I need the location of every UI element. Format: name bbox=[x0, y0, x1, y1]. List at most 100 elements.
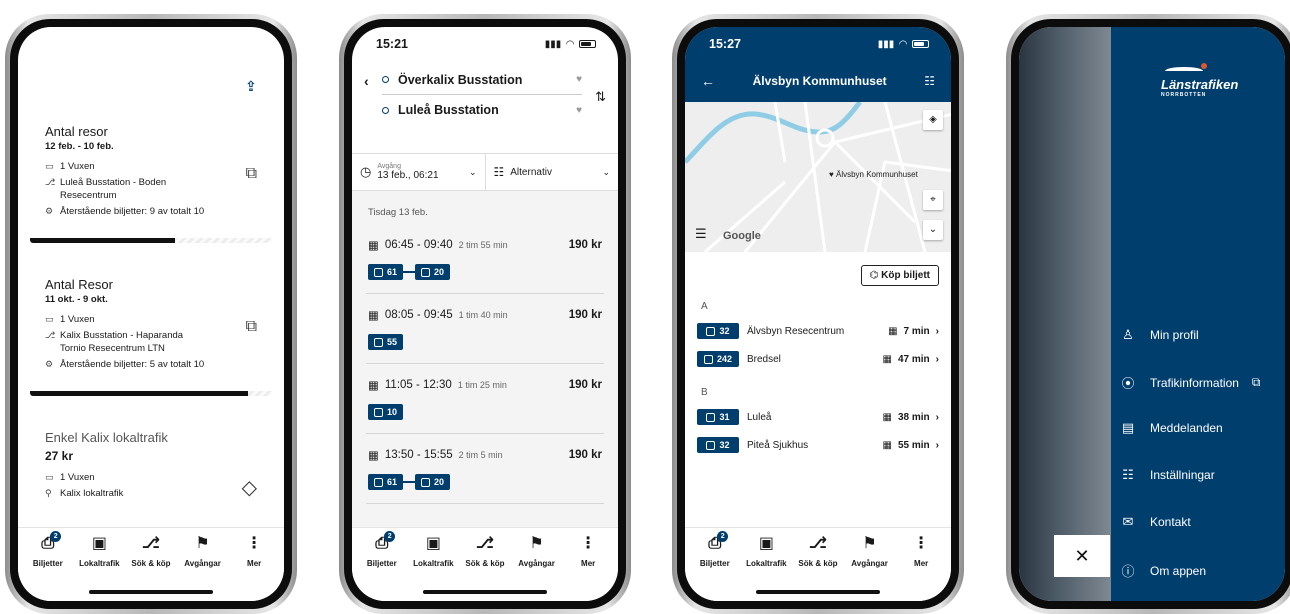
options-picker[interactable]: ☷ Alternativ ⌄ bbox=[484, 154, 619, 190]
layers-icon[interactable]: ◈ bbox=[923, 110, 943, 130]
departure-row[interactable]: 32 Piteå Sjukhus ▦ 55 min › bbox=[697, 437, 939, 453]
nav-biljetter[interactable]: ⎙ 2 Biljetter bbox=[356, 531, 408, 601]
nav-biljetter[interactable]: ⎙ 2 Biljetter bbox=[22, 531, 74, 601]
from-stop[interactable]: Överkalix Busstation ♥ bbox=[382, 65, 582, 95]
single-ticket-icon: ◇ bbox=[241, 477, 257, 499]
status-time: 15:27 bbox=[709, 37, 741, 51]
trip-price: 190 kr bbox=[568, 379, 602, 391]
filter-icon[interactable]: ☷ bbox=[924, 74, 935, 88]
departure-time: 38 min bbox=[897, 411, 930, 423]
ticket-card[interactable]: Antal Resor 11 okt. - 9 okt. ▭ 1 Vuxen ⎇ K… bbox=[30, 266, 272, 396]
menu-item-settings[interactable]: ☷ Inställningar bbox=[1119, 467, 1215, 483]
heart-icon[interactable]: ♥ bbox=[576, 105, 582, 116]
broadcast-icon: ⦿ bbox=[1121, 376, 1135, 391]
ticket-passenger: 1 Vuxen bbox=[60, 314, 95, 325]
close-menu-button[interactable]: ✕ bbox=[1054, 535, 1110, 577]
dimmed-background[interactable] bbox=[1019, 27, 1111, 601]
back-arrow-icon[interactable]: ← bbox=[701, 73, 715, 89]
departure-label: Avgång bbox=[377, 163, 401, 170]
wifi-icon: ◠ bbox=[232, 38, 240, 50]
to-stop[interactable]: Luleå Busstation ♥ bbox=[382, 95, 582, 125]
menu-item-messages[interactable]: ▤ Meddelanden bbox=[1119, 420, 1223, 436]
line-number: 20 bbox=[434, 477, 445, 487]
trip-price: 190 kr bbox=[568, 309, 602, 321]
menu-label: Kontakt bbox=[1150, 515, 1191, 529]
departure-value: 13 feb., 06:21 bbox=[377, 170, 439, 181]
nav-biljetter[interactable]: ⎙ 2 Biljetter bbox=[689, 531, 741, 601]
nav-mer[interactable]: ⋮ Mer bbox=[895, 534, 947, 601]
menu-item-about[interactable]: ⓘ Om appen bbox=[1119, 561, 1206, 580]
trip-time: 08:05 - 09:45 bbox=[384, 309, 453, 321]
pin-icon: ⚲ bbox=[45, 488, 52, 499]
nav-label: Sök & köp bbox=[465, 559, 505, 568]
logo-swoosh bbox=[1165, 67, 1203, 75]
nav-label: Sök & köp bbox=[131, 559, 171, 568]
menu-item-contact[interactable]: ✉ Kontakt bbox=[1119, 514, 1191, 530]
menu-item-traffic-info[interactable]: ⦿ Trafikinformation ⧉ bbox=[1119, 373, 1261, 392]
menu-label: Meddelanden bbox=[1150, 421, 1223, 435]
messages-icon: ▤ bbox=[1121, 420, 1135, 435]
share-icon[interactable]: ⇪ bbox=[236, 71, 266, 101]
ticket-route: Kalix lokaltrafik bbox=[60, 488, 124, 500]
nav-label: Mer bbox=[581, 559, 596, 568]
buy-ticket-button[interactable]: ⌬ Köp biljett bbox=[860, 265, 939, 286]
locate-icon[interactable]: ⌖ bbox=[923, 190, 943, 210]
route-icon: ⎇ bbox=[45, 177, 56, 188]
phone-tickets: 15:25 ▮▮▮ ◠ ⇪ Antal resor 12 feb. - 10 fe… bbox=[5, 14, 297, 614]
tickets-left-icon: ⚙ bbox=[45, 206, 54, 217]
departure-row[interactable]: 31 Luleå ▦ 38 min › bbox=[697, 409, 939, 425]
from-stop-name: Överkalix Busstation bbox=[398, 72, 523, 87]
person-icon: ▭ bbox=[45, 314, 54, 324]
info-icon: ⓘ bbox=[1121, 564, 1135, 579]
local-traffic-icon: ▣ bbox=[91, 535, 107, 552]
calendar-icon: ▦ bbox=[368, 240, 379, 252]
trip-row[interactable]: ▦ 11:05 - 12:30 1 tim 25 min 190 kr 10 bbox=[366, 364, 604, 434]
line-number: 32 bbox=[719, 440, 730, 450]
ticket-progress bbox=[30, 238, 272, 243]
profile-icon: ♙ bbox=[1122, 327, 1134, 342]
menu-icon[interactable]: ☰ bbox=[695, 226, 707, 242]
trip-row[interactable]: ▦ 06:45 - 09:40 2 tim 55 min 190 kr 61 20 bbox=[366, 238, 604, 294]
trip-row[interactable]: ▦ 13:50 - 15:55 2 tim 5 min 190 kr 61 20 bbox=[366, 434, 604, 504]
chevron-down-icon[interactable]: ⌄ bbox=[923, 220, 943, 240]
ticket-badge: 2 bbox=[717, 531, 729, 542]
departure-picker[interactable]: ◷ Avgång 13 feb., 06:21 ⌄ bbox=[352, 154, 485, 190]
ticket-card[interactable]: Antal resor 12 feb. - 10 feb. ▭ 1 Vuxen ⎇… bbox=[30, 113, 272, 243]
mail-icon: ✉ bbox=[1122, 514, 1134, 529]
nav-mer[interactable]: ⋮ Mer bbox=[562, 534, 614, 601]
trip-list: Tisdag 13 feb. ▦ 06:45 - 09:40 2 tim 55 mi… bbox=[352, 191, 618, 527]
platform-label: B bbox=[701, 387, 708, 398]
departure-row[interactable]: 242 Bredsel ▦ 47 min › bbox=[697, 351, 939, 367]
swap-icon[interactable]: ⇅ bbox=[595, 89, 606, 105]
ticket-icon: ⎙ 2 bbox=[708, 531, 729, 554]
calendar-icon: ▦ bbox=[368, 450, 379, 462]
trip-price: 190 kr bbox=[568, 449, 602, 461]
stop-dot-icon bbox=[382, 106, 389, 114]
tickets-screen: 15:25 ▮▮▮ ◠ ⇪ Antal resor 12 feb. - 10 fe… bbox=[18, 27, 284, 601]
ticket-passenger: 1 Vuxen bbox=[60, 472, 95, 483]
ticket-card[interactable]: Enkel Kalix lokaltrafik 27 kr ▭ 1 Vuxen ⚲… bbox=[30, 419, 272, 529]
ticket-card-icon: ⧉ bbox=[245, 165, 257, 182]
nav-label: Avgångar bbox=[518, 559, 555, 568]
menu-screen: Länstrafiken NORRBOTTEN ♙ Min profil ⦿ Tra… bbox=[1019, 27, 1285, 601]
back-icon[interactable]: ‹ bbox=[364, 73, 369, 89]
battery-icon bbox=[579, 40, 596, 48]
trip-row[interactable]: ▦ 08:05 - 09:45 1 tim 40 min 190 kr 55 bbox=[366, 294, 604, 364]
ticket-icon: ⎙ 2 bbox=[41, 531, 62, 554]
line-number: 61 bbox=[387, 267, 398, 277]
trip-duration: 1 tim 25 min bbox=[457, 380, 507, 390]
side-menu: Länstrafiken NORRBOTTEN ♙ Min profil ⦿ Tra… bbox=[1111, 27, 1285, 601]
line-chip: 20 bbox=[415, 264, 451, 280]
menu-item-profile[interactable]: ♙ Min profil bbox=[1119, 327, 1199, 343]
heart-icon[interactable]: ♥ bbox=[576, 74, 582, 85]
departure-row[interactable]: 32 Älvsbyn Resecentrum ▦ 7 min › bbox=[697, 323, 939, 339]
departure-time: 7 min bbox=[903, 325, 930, 337]
line-chip: 61 bbox=[368, 474, 404, 490]
nav-mer[interactable]: ⋮ Mer bbox=[228, 534, 280, 601]
external-link-icon: ⧉ bbox=[1251, 375, 1261, 389]
status-time: 15:25 bbox=[42, 37, 74, 51]
map[interactable]: ♥ Älvsbyn Kommunhuset ◈ ⌖ ⌄ ☰ Google bbox=[685, 102, 951, 252]
settings-icon: ☷ bbox=[1122, 467, 1134, 482]
route-header: ‹ Överkalix Busstation ♥ Luleå Busstation… bbox=[352, 61, 618, 153]
nav-label: Lokaltrafik bbox=[413, 559, 454, 568]
